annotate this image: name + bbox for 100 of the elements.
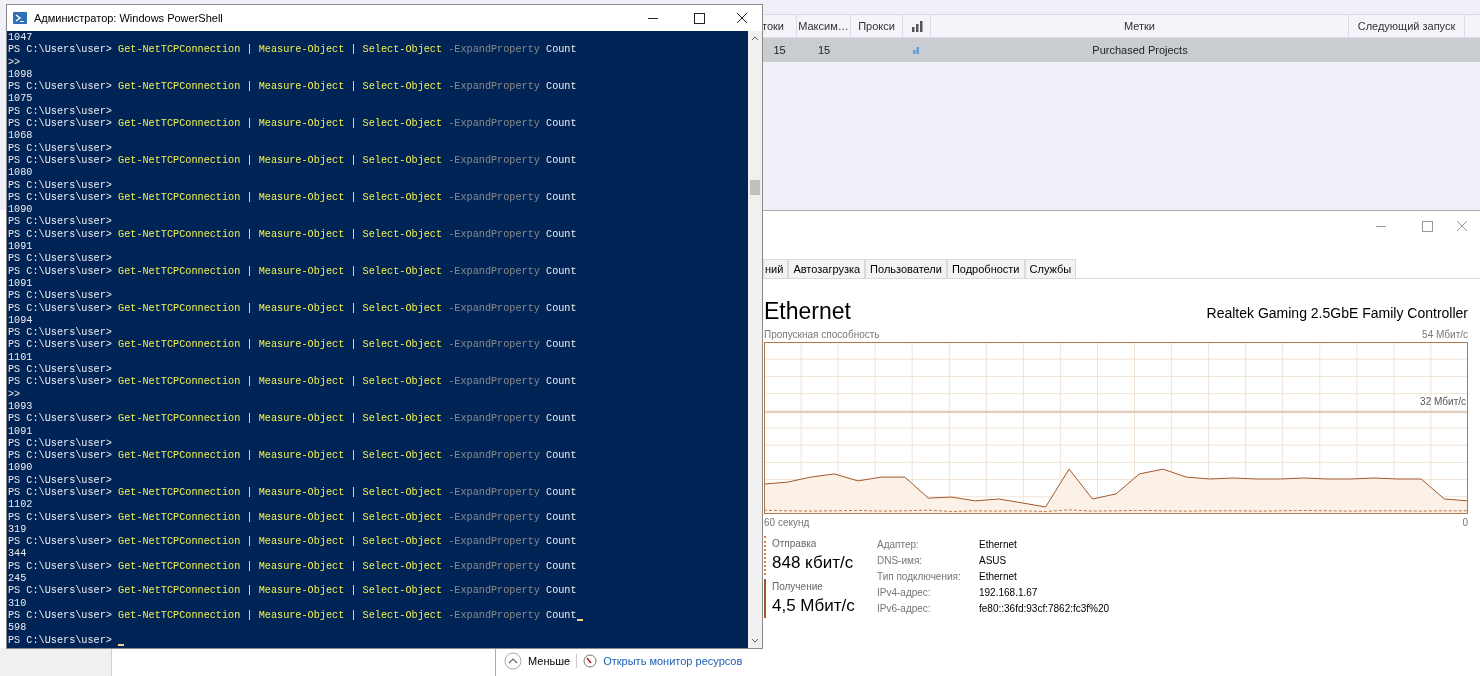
console-prompt: PS C:\Users\user> — [8, 105, 112, 118]
command-token: | — [246, 154, 253, 168]
property-label: IPv4-адрес: — [877, 586, 932, 600]
property-label: DNS-имя: — [877, 554, 924, 568]
chevron-up-icon[interactable] — [504, 652, 522, 670]
command-token: Measure-Object — [258, 154, 345, 168]
resource-monitor-link[interactable]: Открыть монитор ресурсов — [603, 652, 743, 670]
command-token: Select-Object — [362, 450, 443, 463]
console-prompt: PS C:\Users\user> — [8, 265, 112, 278]
command-token: Count — [546, 511, 577, 524]
property-value: Ethernet — [979, 570, 1018, 584]
command-token: Get-NetTCPConnection — [118, 585, 241, 598]
command-token: Get-NetTCPConnection — [118, 44, 241, 57]
command-token: Get-NetTCPConnection — [118, 265, 241, 278]
console-prompt: PS C:\Users\user> — [8, 437, 112, 450]
stat-label: Отправка — [772, 537, 818, 551]
command-token: | — [350, 339, 357, 352]
tab[interactable]: Службы — [1024, 259, 1077, 278]
console-prompt: PS C:\Users\user> — [8, 413, 112, 426]
stat-label: Получение — [772, 580, 824, 594]
axis-label: 54 Мбит/с — [1422, 327, 1468, 342]
signal-bars-icon — [913, 46, 921, 54]
column-header[interactable]: Следующий запуск — [1349, 15, 1465, 37]
console-output: 245 — [8, 573, 27, 585]
property-value: fe80::36fd:93cf:7862:fc3f%20 — [979, 602, 1110, 616]
command-token: -ExpandProperty — [448, 191, 540, 205]
tab[interactable]: ний — [763, 259, 789, 278]
console-prompt: PS C:\Users\user> — [8, 327, 112, 339]
command-token: -ExpandProperty — [448, 560, 540, 574]
command-token: Measure-Object — [258, 560, 345, 574]
table-cell-text: 15 — [816, 42, 832, 58]
command-token: Select-Object — [362, 560, 443, 574]
tab[interactable]: Подробности — [946, 259, 1025, 278]
command-token: Measure-Object — [258, 536, 345, 549]
property-value: Ethernet — [979, 538, 1018, 552]
command-token: Count — [546, 536, 577, 549]
property-value: 192.168.1.67 — [979, 586, 1039, 600]
property-label: IPv6-адрес: — [877, 602, 932, 616]
console-prompt: PS C:\Users\user> — [8, 450, 112, 463]
console-output: 598 — [8, 622, 27, 635]
command-token: -ExpandProperty — [448, 511, 540, 524]
console-prompt: PS C:\Users\user> — [8, 560, 112, 574]
property-label: Адаптер: — [877, 538, 920, 552]
command-token: | — [350, 44, 357, 57]
command-token: -ExpandProperty — [448, 44, 540, 57]
console-prompt: PS C:\Users\user> — [8, 487, 112, 500]
command-token: | — [246, 339, 253, 352]
window-title: Администратор: Windows PowerShell — [34, 10, 224, 26]
command-token: | — [350, 487, 357, 500]
command-token: | — [246, 511, 253, 524]
command-token: Count — [546, 585, 577, 598]
less-button[interactable]: Меньше — [528, 652, 571, 670]
command-token: Count — [546, 118, 577, 131]
column-header[interactable]: Метки — [931, 15, 1349, 37]
adapter-title: Ethernet — [764, 297, 851, 325]
scrollbar[interactable] — [748, 31, 762, 648]
property-label: Тип подключения: — [877, 570, 962, 584]
tab[interactable]: Пользователи — [865, 259, 947, 278]
console-output: 319 — [8, 523, 27, 536]
command-token: | — [246, 450, 253, 463]
command-token: Measure-Object — [258, 302, 345, 315]
tab[interactable]: Автозагрузка — [788, 259, 866, 278]
command-token: Measure-Object — [258, 44, 345, 57]
console-prompt: PS C:\Users\user> — [8, 609, 112, 623]
command-token: Get-NetTCPConnection — [118, 450, 241, 463]
command-token: Count — [546, 413, 577, 426]
command-token: | — [246, 560, 253, 574]
stat-value: 4,5 Мбит/с — [772, 595, 856, 617]
command-token: Get-NetTCPConnection — [118, 154, 241, 168]
command-token: Select-Object — [362, 585, 443, 598]
command-token: | — [246, 609, 253, 623]
table-row[interactable]: 15 15 Purchased Projects — [762, 38, 1480, 62]
console-output: 1080 — [8, 167, 33, 180]
command-token: Count — [546, 44, 577, 57]
column-header[interactable]: Прокси — [851, 15, 903, 37]
command-token: | — [246, 228, 253, 242]
console-prompt: PS C:\Users\user> — [8, 339, 112, 352]
command-token: Get-NetTCPConnection — [118, 118, 241, 131]
command-token: Count — [546, 339, 577, 352]
command-token: | — [350, 609, 357, 623]
command-token: Select-Object — [362, 81, 443, 94]
column-header[interactable]: Максим… — [797, 15, 851, 37]
scrollbar-thumb[interactable] — [750, 180, 760, 195]
command-token: Count — [546, 265, 577, 278]
gauge-icon[interactable] — [583, 654, 598, 668]
command-token: Select-Object — [362, 609, 443, 623]
command-token: Get-NetTCPConnection — [118, 413, 241, 426]
command-token: Select-Object — [362, 118, 443, 131]
command-token: | — [350, 376, 357, 389]
command-token: Get-NetTCPConnection — [118, 609, 241, 623]
command-token: Measure-Object — [258, 511, 345, 524]
console-output: 1068 — [8, 130, 33, 143]
command-token: Get-NetTCPConnection — [118, 302, 241, 315]
stat-value: 848 кбит/с — [772, 552, 855, 574]
console-prompt: PS C:\Users\user> — [8, 302, 112, 315]
axis-label: 32 Мбит/с — [1420, 395, 1466, 409]
table-cell-text: Purchased Projects — [1091, 42, 1189, 58]
command-token: | — [246, 536, 253, 549]
command-token: | — [246, 44, 253, 57]
command-token: | — [246, 302, 253, 315]
